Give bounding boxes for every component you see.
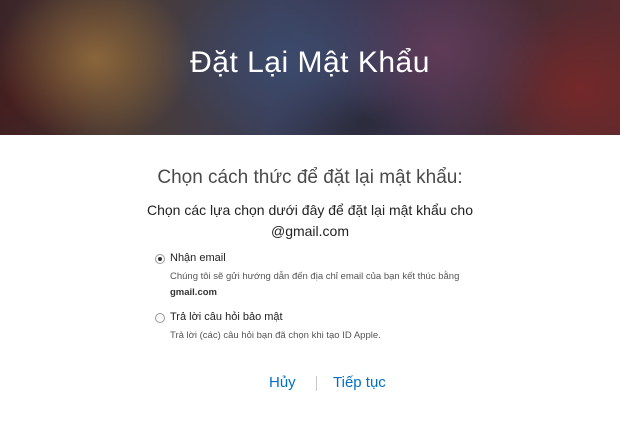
section-heading: Chọn cách thức để đặt lại mật khẩu:: [157, 167, 463, 188]
continue-button[interactable]: Tiếp tục: [333, 374, 386, 391]
action-divider: [316, 376, 317, 391]
radio-security-questions[interactable]: [155, 313, 165, 323]
action-bar: Hủy Tiếp tục: [0, 374, 620, 394]
email-domain: gmail.com: [170, 287, 217, 298]
option-security-description-text: Trả lời (các) câu hỏi bạn đã chọn khi tạ…: [170, 330, 381, 341]
instructions-text: Chọn các lựa chọn dưới đây để đặt lại mậ…: [120, 200, 500, 242]
option-email-description: Chúng tôi sẽ gửi hướng dẫn đến địa chỉ e…: [170, 269, 530, 301]
account-email: @gmail.com: [270, 223, 349, 239]
radio-email[interactable]: [155, 254, 165, 264]
instructions-line: Chọn các lựa chọn dưới đây để đặt lại mậ…: [147, 202, 473, 218]
page-title: Đặt Lại Mật Khẩu: [190, 46, 430, 79]
option-security-description: Trả lời (các) câu hỏi bạn đã chọn khi tạ…: [170, 328, 530, 344]
cancel-button[interactable]: Hủy: [269, 374, 296, 391]
option-security-label[interactable]: Trả lời câu hỏi bảo mật: [170, 311, 283, 323]
header-banner: Đặt Lại Mật Khẩu: [0, 0, 620, 135]
option-email-description-text: Chúng tôi sẽ gửi hướng dẫn đến địa chỉ e…: [170, 271, 460, 282]
option-email-label[interactable]: Nhận email: [170, 252, 226, 264]
